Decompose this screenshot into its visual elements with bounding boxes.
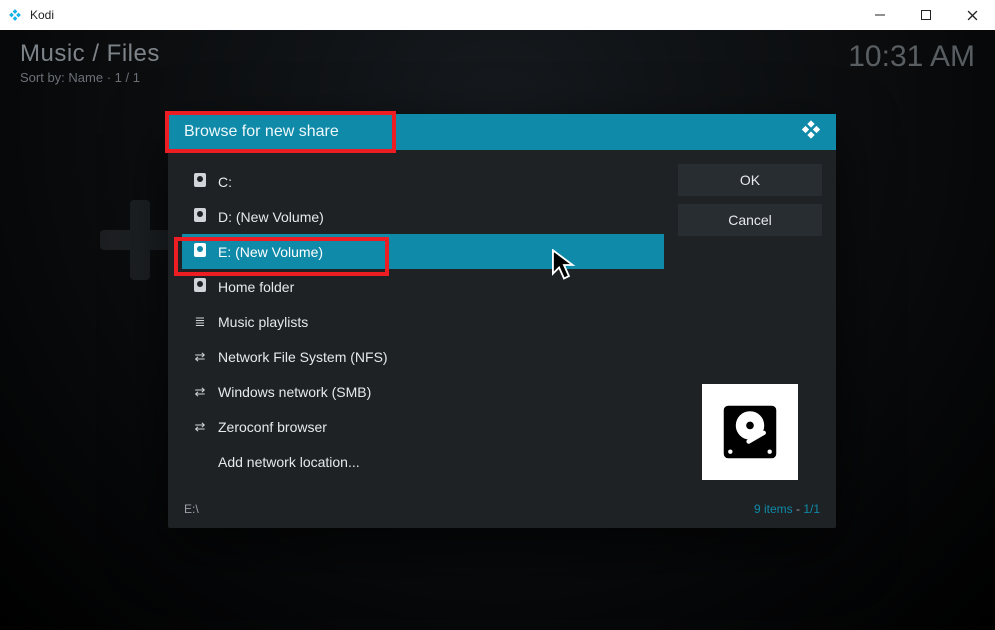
list-item[interactable]: ⇄ Zeroconf browser <box>182 409 664 444</box>
clock: 10:31 AM <box>848 40 975 74</box>
ok-button-label: OK <box>740 172 760 188</box>
list-item-label: Zeroconf browser <box>218 419 327 435</box>
dialog-header: Browse for new share <box>168 114 836 150</box>
playlist-icon: ≣ <box>192 314 208 330</box>
list-item-label: Network File System (NFS) <box>218 349 388 365</box>
window-titlebar: Kodi <box>0 0 995 30</box>
list-item[interactable]: C: <box>182 164 664 199</box>
list-item[interactable]: ⇄ Network File System (NFS) <box>182 339 664 374</box>
drive-icon <box>192 243 208 260</box>
dialog-title: Browse for new share <box>184 123 339 141</box>
kodi-app-icon <box>8 8 22 22</box>
page-indicator: 1/1 <box>803 502 820 516</box>
list-item[interactable]: D: (New Volume) <box>182 199 664 234</box>
list-item-label: C: <box>218 174 232 190</box>
list-item-label: Music playlists <box>218 314 308 330</box>
list-item-label: Windows network (SMB) <box>218 384 371 400</box>
list-item[interactable]: ≣ Music playlists <box>182 304 664 339</box>
cancel-button[interactable]: Cancel <box>678 204 822 236</box>
network-icon: ⇄ <box>192 349 208 365</box>
current-path: E:\ <box>184 502 199 516</box>
kodi-logo-icon <box>800 119 822 146</box>
minimize-button[interactable] <box>857 0 903 30</box>
list-item-add-network[interactable]: Add network location... <box>182 444 664 479</box>
page-info: 1 / 1 <box>115 70 140 85</box>
list-item-label: Add network location... <box>218 454 360 470</box>
breadcrumb: Music / Files <box>20 40 160 68</box>
drive-preview-icon <box>702 384 798 480</box>
network-icon: ⇄ <box>192 419 208 435</box>
dialog-side-column: OK Cancel <box>678 164 822 480</box>
list-item-label: Home folder <box>218 279 294 295</box>
sort-info: Sort by: Name · 1 / 1 <box>20 70 140 85</box>
drive-icon <box>192 278 208 295</box>
dialog-footer: E:\ 9 items - 1/1 <box>168 494 836 528</box>
list-item-selected[interactable]: E: (New Volume) <box>182 234 664 269</box>
list-item[interactable]: Home folder <box>182 269 664 304</box>
dialog-body: C: D: (New Volume) E: (New Volume) Home … <box>168 150 836 494</box>
list-item-label: D: (New Volume) <box>218 209 324 225</box>
list-item[interactable]: ⇄ Windows network (SMB) <box>182 374 664 409</box>
drive-icon <box>192 208 208 225</box>
sort-separator: · <box>107 70 115 85</box>
app-surface: Music / Files Sort by: Name · 1 / 1 10:3… <box>0 30 995 630</box>
list-item-label: E: (New Volume) <box>218 244 323 260</box>
browse-share-dialog: Browse for new share C: D: (New Volume) … <box>168 114 836 528</box>
file-browser-list[interactable]: C: D: (New Volume) E: (New Volume) Home … <box>182 164 664 480</box>
item-count: 9 items - 1/1 <box>754 502 820 516</box>
network-icon: ⇄ <box>192 384 208 400</box>
sort-label: Sort by: Name <box>20 70 103 85</box>
drive-icon <box>192 173 208 190</box>
maximize-button[interactable] <box>903 0 949 30</box>
window-title: Kodi <box>30 8 54 22</box>
close-button[interactable] <box>949 0 995 30</box>
ok-button[interactable]: OK <box>678 164 822 196</box>
item-count-label: 9 items <box>754 502 793 516</box>
cancel-button-label: Cancel <box>728 212 772 228</box>
window-controls <box>857 0 995 30</box>
